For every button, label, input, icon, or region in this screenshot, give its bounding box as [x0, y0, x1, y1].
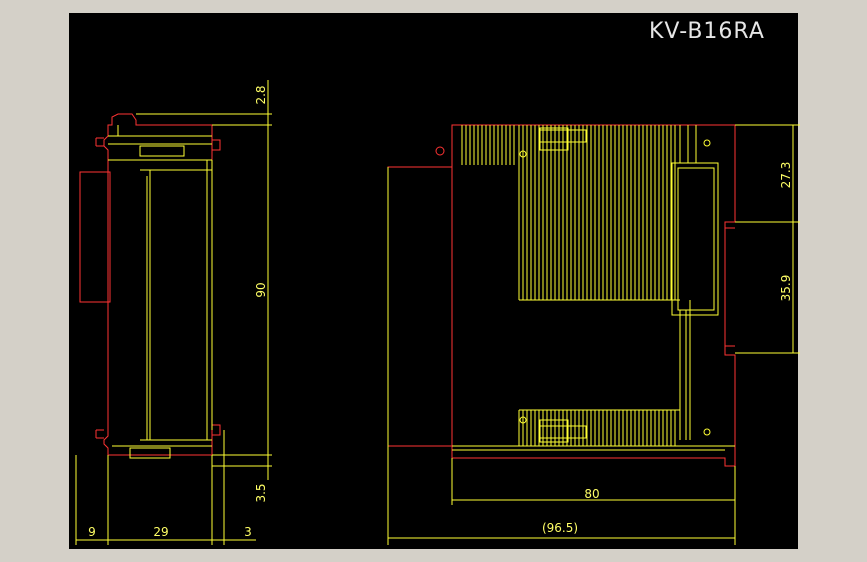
side-view-detail — [108, 125, 213, 459]
fin — [614, 125, 620, 300]
fin — [501, 125, 507, 165]
dim-side-width-left: 9 — [88, 525, 96, 539]
fin — [469, 125, 475, 165]
fin — [654, 125, 660, 300]
fin — [590, 410, 596, 446]
dim-side-bottom-gap: 3.5 — [254, 483, 268, 502]
drawing-title: KV-B16RA — [649, 19, 765, 44]
fin — [485, 125, 491, 165]
front-view-dimensions — [387, 124, 800, 545]
fin — [534, 125, 540, 300]
dim-side-height: 90 — [254, 282, 268, 297]
fin — [606, 410, 612, 446]
fin — [654, 410, 660, 446]
fin — [558, 125, 564, 300]
side-view-dimensions — [75, 80, 272, 545]
fin — [638, 125, 644, 300]
dim-side-width-right: 3 — [244, 525, 252, 539]
dim-side-top-gap: 2.8 — [254, 85, 268, 104]
fin — [574, 125, 580, 300]
fin — [622, 410, 628, 446]
fin — [614, 410, 620, 446]
fin — [598, 125, 604, 300]
dim-front-lower: 35.9 — [779, 275, 793, 302]
fin — [558, 410, 564, 446]
technical-drawing: KV-B16RA 2.8 90 3.5 9 29 3 27.3 35.9 80 … — [75, 19, 800, 545]
front-view: 27.3 35.9 80 (96.5) — [387, 124, 800, 545]
fin — [630, 125, 636, 300]
fin — [638, 410, 644, 446]
fin — [542, 125, 548, 300]
fin — [662, 410, 668, 446]
fin — [566, 125, 572, 300]
fin — [630, 410, 636, 446]
fin — [598, 410, 604, 446]
fin — [493, 125, 499, 165]
fin — [518, 410, 524, 446]
fin — [526, 410, 532, 446]
fin — [606, 125, 612, 300]
front-view-fins — [461, 125, 697, 446]
fin — [646, 410, 652, 446]
front-view-detail — [387, 127, 735, 451]
fin — [646, 125, 652, 300]
fin — [534, 410, 540, 446]
fin — [550, 125, 556, 300]
dim-front-depth: 80 — [584, 487, 599, 501]
fin — [477, 125, 483, 165]
fin — [461, 125, 467, 165]
fin — [526, 125, 532, 300]
fin — [509, 125, 515, 165]
fin — [622, 125, 628, 300]
dim-front-upper: 27.3 — [779, 162, 793, 189]
front-view-outline — [387, 124, 736, 467]
fin — [582, 125, 588, 300]
dim-side-width-body: 29 — [153, 525, 168, 539]
fin — [542, 410, 548, 446]
fin — [550, 410, 556, 446]
dim-front-total: (96.5) — [542, 521, 578, 535]
fin — [590, 125, 596, 300]
fin — [574, 410, 580, 446]
fin — [662, 125, 668, 300]
side-view: 2.8 90 3.5 9 29 3 — [75, 80, 272, 545]
fin — [670, 410, 676, 446]
